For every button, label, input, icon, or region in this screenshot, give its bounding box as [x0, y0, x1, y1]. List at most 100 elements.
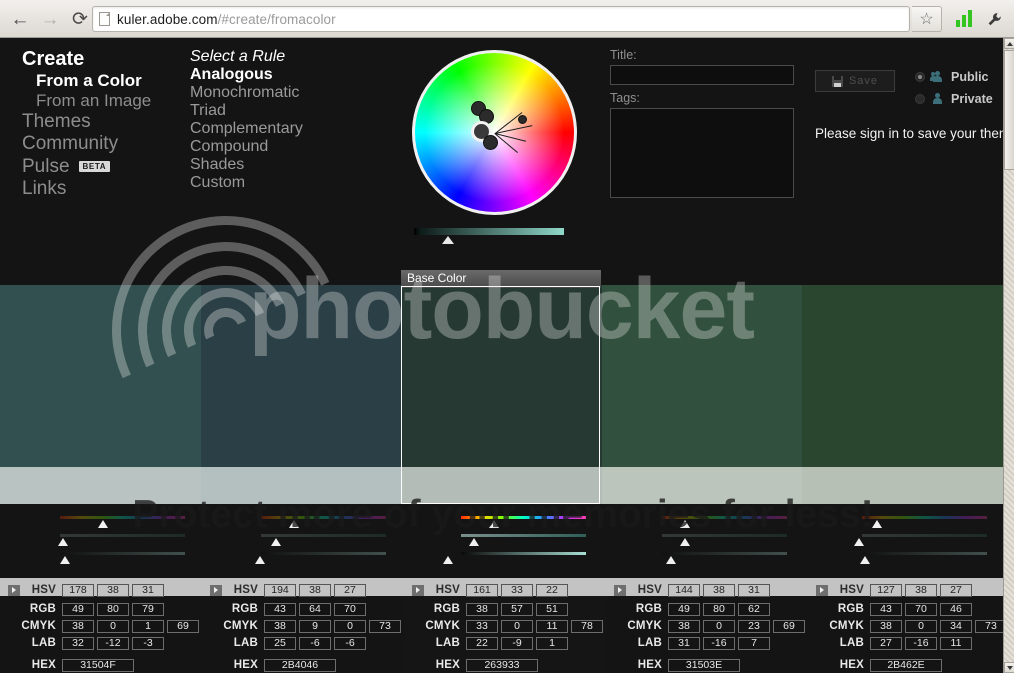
value-hex[interactable]: 2B4046 [264, 658, 336, 672]
bri-handle-5[interactable] [860, 556, 871, 564]
hue-handle-1[interactable] [98, 520, 108, 528]
value-hex[interactable]: 2B462E [870, 658, 942, 672]
value-cmyk-3[interactable]: 69 [167, 619, 199, 633]
bri-handle-1[interactable] [60, 556, 70, 564]
value-lab-2[interactable]: 11 [940, 636, 972, 650]
wrench-menu-icon[interactable] [982, 8, 1006, 30]
color-wheel[interactable] [412, 50, 577, 215]
value-lab-2[interactable]: -6 [334, 636, 366, 650]
swatch-5[interactable] [802, 285, 1003, 467]
sat-slider-4[interactable] [661, 534, 787, 537]
visibility-option-private[interactable]: Private [915, 88, 993, 110]
rule-option-monochromatic[interactable]: Monochromatic [190, 84, 360, 102]
sat-handle-1[interactable] [58, 538, 68, 546]
sidebar-item-create[interactable]: Create [22, 48, 182, 71]
value-rgb-1[interactable]: 80 [97, 602, 129, 616]
swatch-4[interactable] [601, 285, 803, 467]
sat-slider-3[interactable] [461, 534, 587, 537]
value-hsv-2[interactable]: 31 [132, 583, 164, 597]
wheel-brightness-slider[interactable] [414, 228, 564, 235]
value-hsv-0[interactable]: 127 [870, 583, 902, 597]
value-hsv-2[interactable]: 27 [334, 583, 366, 597]
scrollbar-thumb[interactable] [1004, 50, 1014, 170]
hue-handle-3[interactable] [489, 520, 500, 528]
rule-option-complementary[interactable]: Complementary [190, 120, 360, 138]
hue-handle-5[interactable] [872, 520, 883, 528]
sidebar-item-pulse[interactable]: Pulse BETA [22, 156, 182, 178]
value-hsv-0[interactable]: 178 [62, 583, 94, 597]
value-cmyk-3[interactable]: 73 [975, 619, 1003, 633]
value-lab-0[interactable]: 31 [668, 636, 700, 650]
value-cmyk-2[interactable]: 1 [132, 619, 164, 633]
hue-handle-2[interactable] [288, 520, 299, 528]
value-cmyk-3[interactable]: 69 [773, 619, 805, 633]
value-lab-1[interactable]: -16 [905, 636, 937, 650]
expand-triangle-icon-3[interactable] [412, 584, 424, 596]
value-rgb-1[interactable]: 70 [905, 602, 937, 616]
address-bar[interactable]: kuler.adobe.com/#create/fromacolor [92, 6, 910, 32]
value-cmyk-0[interactable]: 38 [62, 619, 94, 633]
sidebar-item-from-a-color[interactable]: From a Color [22, 71, 182, 91]
value-lab-0[interactable]: 32 [62, 636, 94, 650]
radio-public[interactable] [915, 72, 925, 82]
value-lab-2[interactable]: 7 [738, 636, 770, 650]
value-rgb-2[interactable]: 62 [738, 602, 770, 616]
sidebar-item-themes[interactable]: Themes [22, 111, 182, 133]
value-hsv-1[interactable]: 38 [905, 583, 937, 597]
swatch-1[interactable] [0, 285, 201, 467]
value-cmyk-1[interactable]: 9 [299, 619, 331, 633]
scroll-down-button[interactable] [1004, 662, 1014, 673]
value-lab-2[interactable]: 1 [536, 636, 568, 650]
visibility-option-public[interactable]: Public [915, 66, 993, 88]
value-cmyk-0[interactable]: 38 [668, 619, 700, 633]
value-cmyk-1[interactable]: 0 [905, 619, 937, 633]
rule-option-compound[interactable]: Compound [190, 138, 360, 156]
value-cmyk-1[interactable]: 0 [703, 619, 735, 633]
value-hsv-2[interactable]: 22 [536, 583, 568, 597]
hue-slider-5[interactable] [862, 516, 988, 519]
sat-handle-3[interactable] [469, 538, 480, 546]
value-lab-1[interactable]: -16 [703, 636, 735, 650]
sidebar-item-from-an-image[interactable]: From an Image [22, 91, 182, 111]
hue-handle-4[interactable] [679, 520, 690, 528]
value-cmyk-3[interactable]: 78 [571, 619, 603, 633]
tags-input[interactable] [610, 108, 794, 198]
value-hsv-2[interactable]: 31 [738, 583, 770, 597]
rule-option-triad[interactable]: Triad [190, 102, 360, 120]
value-rgb-0[interactable]: 49 [62, 602, 94, 616]
value-hsv-0[interactable]: 144 [668, 583, 700, 597]
value-hex[interactable]: 31504F [62, 658, 134, 672]
value-hsv-1[interactable]: 33 [501, 583, 533, 597]
value-hsv-0[interactable]: 161 [466, 583, 498, 597]
wheel-brightness-handle[interactable] [442, 236, 454, 244]
value-rgb-2[interactable]: 51 [536, 602, 568, 616]
hue-slider-2[interactable] [260, 516, 386, 519]
bri-slider-3[interactable] [461, 552, 587, 555]
value-hex[interactable]: 31503E [668, 658, 740, 672]
value-rgb-1[interactable]: 64 [299, 602, 331, 616]
forward-arrow-icon[interactable]: → [36, 6, 64, 32]
wheel-marker-4[interactable] [483, 135, 498, 150]
value-rgb-1[interactable]: 57 [501, 602, 533, 616]
hue-slider-1[interactable] [60, 516, 185, 519]
value-hsv-0[interactable]: 194 [264, 583, 296, 597]
value-cmyk-0[interactable]: 38 [870, 619, 902, 633]
title-input[interactable] [610, 65, 794, 85]
value-hsv-1[interactable]: 38 [299, 583, 331, 597]
value-lab-1[interactable]: -6 [299, 636, 331, 650]
value-hsv-1[interactable]: 38 [703, 583, 735, 597]
value-rgb-0[interactable]: 43 [870, 602, 902, 616]
value-lab-0[interactable]: 27 [870, 636, 902, 650]
value-cmyk-1[interactable]: 0 [501, 619, 533, 633]
value-cmyk-1[interactable]: 0 [97, 619, 129, 633]
value-rgb-2[interactable]: 46 [940, 602, 972, 616]
value-rgb-2[interactable]: 79 [132, 602, 164, 616]
value-rgb-1[interactable]: 80 [703, 602, 735, 616]
value-cmyk-0[interactable]: 38 [264, 619, 296, 633]
rule-option-custom[interactable]: Custom [190, 174, 360, 192]
sat-handle-2[interactable] [270, 538, 281, 546]
expand-triangle-icon-5[interactable] [816, 584, 828, 596]
value-lab-1[interactable]: -9 [501, 636, 533, 650]
bri-handle-3[interactable] [443, 556, 454, 564]
bri-slider-5[interactable] [862, 552, 988, 555]
